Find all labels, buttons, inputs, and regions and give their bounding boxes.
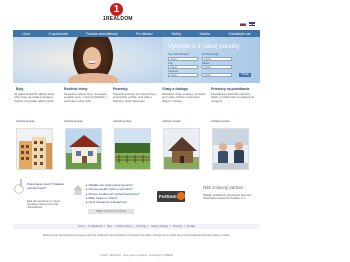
footer-link[interactable]: Kontakt	[187, 225, 195, 228]
nav-item-pre-klientov[interactable]: Pre klientov	[136, 32, 153, 36]
footer-link[interactable]: Úvod	[78, 225, 84, 228]
promo-title[interactable]: Potrebujete úveru? Kladiete nehnuteľnosť…	[27, 182, 67, 190]
main-nav: Úvod O spoločnosti Ponuka nehnuteľností …	[13, 30, 260, 37]
category-link[interactable]: zobraziť ponuku	[211, 120, 230, 123]
category-desc: Na našich stránkach nájdete široký výber…	[14, 93, 55, 103]
category-title-chaty[interactable]: Chaty a chalupy	[162, 87, 188, 91]
footer-link[interactable]: O spoločnosti	[88, 225, 102, 228]
price-to-select[interactable]: Všetky	[202, 73, 232, 77]
footer-link[interactable]: Chaty a chalupy	[151, 225, 168, 228]
office-people-image	[213, 129, 248, 169]
search-title: Vyberte si z našej ponuky	[168, 43, 240, 50]
nav-item-ponuka[interactable]: Ponuka nehnuteľností	[86, 32, 117, 36]
thumb-cottages[interactable]	[163, 128, 200, 170]
promo-bullets: Hľadáte pre seba pekné bývanie? Chcete p…	[86, 183, 152, 204]
thumb-houses[interactable]	[65, 128, 102, 170]
nav-item-kontakt[interactable]: Kontaktujte nás	[229, 32, 251, 36]
offer-label: Forma ponuky	[202, 53, 219, 56]
thumb-offices[interactable]	[212, 128, 249, 170]
promo-bullet[interactable]: Nová dostupná nehnuteľnosť	[86, 200, 152, 204]
footer-links: Úvod | O spoločnosti | Byty | Rodinné domy |…	[13, 224, 260, 229]
category-title-priestory[interactable]: Priestory na podnikanie	[211, 87, 249, 91]
category-desc: Ponúkame rodinné domy, novostavby aj sta…	[64, 93, 108, 103]
cottage-image	[164, 129, 199, 169]
logo-text: 1REALDOM	[103, 16, 133, 22]
partner-text: Hľadáte spoľahlivého stavebného partnera…	[203, 194, 252, 201]
category-link[interactable]: zobraziť ponuku	[64, 120, 83, 123]
partner-logo[interactable]: ForDom	[157, 191, 185, 202]
hero-photo-shoulder	[68, 73, 118, 83]
district-select[interactable]: Všetky	[202, 65, 232, 69]
footer-link[interactable]: Priestory	[173, 225, 182, 228]
logo[interactable]: 1 1REALDOM	[103, 3, 132, 23]
logo-number: 1	[110, 3, 123, 16]
category-title-byty[interactable]: Byty	[16, 87, 23, 91]
partner-logo-text: ForDom	[159, 193, 177, 199]
region-select[interactable]: Všetky	[168, 65, 198, 69]
language-switcher	[240, 22, 255, 26]
promo-note: Radi vám poradíme pri výbere hypotéky a …	[27, 200, 61, 210]
category-link[interactable]: zobraziť ponuku	[113, 120, 132, 123]
category-desc: Stavebné pozemky pre rodinné domy aj kom…	[113, 93, 156, 103]
partner-heading: Náš zmluvný partner	[203, 185, 244, 190]
footer-link[interactable]: Pozemky	[137, 225, 147, 228]
category-desc: Rekreačné chaty a chalupy na horách aj p…	[162, 93, 206, 103]
hero-photo-face	[83, 47, 101, 69]
copyright: © 2010 - REALDOM - všetky práva vyhraden…	[99, 255, 174, 257]
category-desc: Kancelárske a obchodné priestory, sklady…	[211, 93, 254, 103]
category-link[interactable]: zobraziť ponuku	[162, 120, 181, 123]
promo-badge[interactable]: PRE TÝCHTO VYPLNITE	[88, 209, 134, 214]
footer-link[interactable]: Rodinné domy	[117, 225, 132, 228]
footer-link[interactable]: Byty	[107, 225, 112, 228]
house-image	[66, 129, 101, 169]
nav-item-o-spolocnosti[interactable]: O spoločnosti	[48, 32, 67, 36]
steering-wheel-icon	[14, 179, 24, 194]
category-title-domy[interactable]: Rodinné domy	[64, 87, 88, 91]
category-title-pozemky[interactable]: Pozemky	[113, 87, 128, 91]
thumb-apartments[interactable]	[16, 128, 53, 170]
land-image	[115, 129, 150, 169]
en-flag-icon[interactable]	[249, 22, 255, 26]
nav-item-kariera[interactable]: Kariéra	[200, 32, 210, 36]
apartment-building-image	[17, 129, 52, 169]
nav-item-uvod[interactable]: Úvod	[22, 32, 29, 36]
partner-logo-accent	[177, 192, 185, 200]
search-button[interactable]: Hľadaj	[239, 73, 251, 77]
sk-flag-icon[interactable]	[240, 22, 246, 26]
offer-select[interactable]: Všetky	[202, 57, 232, 61]
nav-item-sluzby[interactable]: Služby	[171, 32, 181, 36]
footer-disclaimer: Všetky ponuky nehnuteľností uverejnené n…	[42, 234, 231, 237]
house-icon	[73, 185, 83, 195]
type-select[interactable]: Všetky	[168, 57, 198, 61]
thumb-land[interactable]	[114, 128, 151, 170]
price-from-select[interactable]: Všetky	[168, 73, 198, 77]
category-link[interactable]: zobraziť ponuku	[16, 120, 35, 123]
type-label: Typ nehnuteľnosti	[168, 53, 189, 56]
